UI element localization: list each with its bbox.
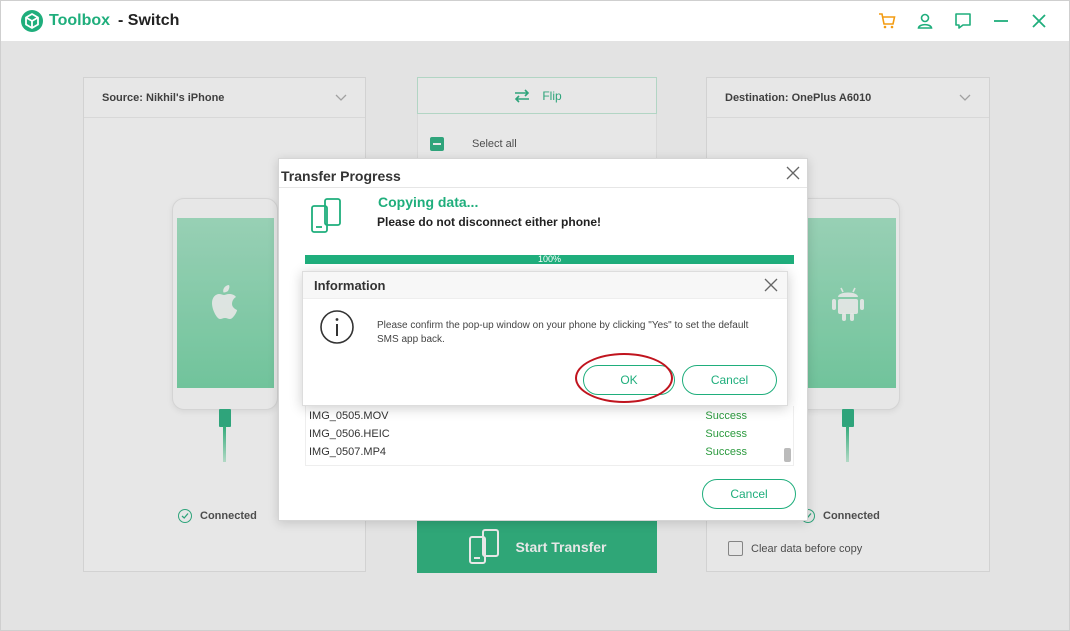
cancel-button[interactable]: Cancel	[682, 365, 777, 395]
info-message: Please confirm the pop-up window on your…	[377, 320, 749, 345]
title-actions	[875, 9, 1051, 33]
progress-bar: 100%	[305, 254, 794, 264]
disconnect-warning: Please do not disconnect either phone!	[377, 215, 602, 229]
dialog-title: Transfer Progress	[281, 168, 401, 184]
info-title: Information	[314, 278, 386, 293]
close-icon[interactable]	[1027, 9, 1051, 33]
file-name: IMG_0506.HEIC	[309, 428, 390, 440]
toolbox-logo-icon	[21, 10, 43, 32]
file-name: IMG_0505.MOV	[309, 410, 389, 422]
copy-phones-icon	[311, 198, 341, 233]
information-dialog: Information Please confirm the pop-up wi…	[302, 271, 788, 406]
table-row: IMG_0505.MOV Success	[309, 410, 759, 428]
table-row: IMG_0506.HEIC Success	[309, 428, 759, 446]
table-row: IMG_0507.MP4 Success	[309, 446, 759, 464]
user-icon[interactable]	[913, 9, 937, 33]
info-header: Information	[303, 272, 787, 299]
close-icon[interactable]	[763, 277, 779, 293]
cancel-transfer-button[interactable]: Cancel	[702, 479, 796, 509]
file-status: Success	[705, 428, 747, 440]
scrollbar-thumb[interactable]	[784, 448, 791, 462]
ok-button[interactable]: OK	[583, 365, 675, 395]
app-window: Toolbox - Switch Source: Nikhil's iPhone	[0, 0, 1070, 631]
file-name: IMG_0507.MP4	[309, 446, 387, 458]
app-subtitle: - Switch	[118, 12, 180, 29]
feedback-icon[interactable]	[951, 9, 975, 33]
progress-label: 100%	[537, 254, 562, 264]
info-icon	[320, 310, 354, 344]
copy-status-text: Copying data...	[378, 194, 479, 210]
file-status: Success	[705, 446, 747, 458]
cart-icon[interactable]	[875, 9, 899, 33]
title-bar: Toolbox - Switch	[1, 1, 1069, 41]
minimize-icon[interactable]	[989, 9, 1013, 33]
app-brand: Toolbox	[49, 12, 111, 29]
close-icon[interactable]	[785, 165, 801, 181]
file-status: Success	[705, 410, 747, 422]
divider	[279, 187, 807, 188]
